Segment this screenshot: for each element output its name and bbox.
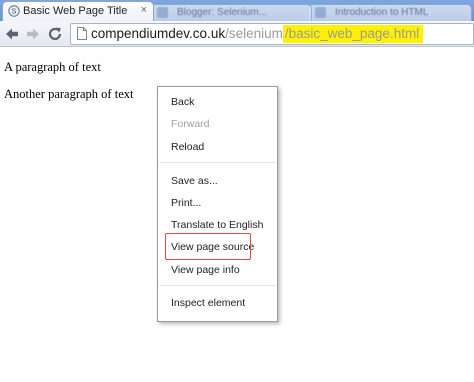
chrome-page-icon: S bbox=[8, 5, 20, 17]
arrow-left-icon[interactable] bbox=[3, 25, 21, 43]
browser-toolbar: compendiumdev.co.uk/selenium/basic_web_p… bbox=[0, 21, 474, 47]
url-highlight: /basic_web_page.html bbox=[282, 25, 424, 43]
address-bar[interactable]: compendiumdev.co.uk/selenium/basic_web_p… bbox=[70, 23, 474, 45]
context-menu: Back Forward Reload Save as... Print... … bbox=[157, 86, 278, 322]
url-domain: compendiumdev.co.uk bbox=[91, 26, 226, 41]
menu-separator bbox=[159, 162, 276, 163]
close-icon[interactable]: × bbox=[141, 4, 147, 16]
menu-item-translate[interactable]: Translate to English bbox=[171, 219, 263, 231]
menu-item-forward: Forward bbox=[171, 118, 210, 130]
menu-item-back[interactable]: Back bbox=[171, 96, 194, 108]
blogger-icon bbox=[157, 7, 168, 18]
tab-introduction-to-html[interactable]: Introduction to HTML bbox=[308, 4, 472, 22]
menu-separator bbox=[159, 285, 276, 286]
menu-item-save-as[interactable]: Save as... bbox=[171, 175, 218, 187]
tab-title: Introduction to HTML bbox=[335, 7, 429, 18]
menu-item-view-page-info[interactable]: View page info bbox=[171, 264, 240, 276]
page-icon bbox=[315, 7, 326, 18]
menu-item-inspect-element[interactable]: Inspect element bbox=[171, 297, 245, 309]
tab-title: Basic Web Page Title bbox=[23, 5, 128, 17]
highlight-box bbox=[165, 233, 251, 260]
tab-basic-web-page[interactable]: S Basic Web Page Title × bbox=[2, 1, 154, 22]
tab-blogger[interactable]: Blogger: Selenium... bbox=[150, 4, 312, 22]
menu-item-reload[interactable]: Reload bbox=[171, 141, 204, 153]
url-path: /selenium bbox=[225, 26, 283, 41]
paragraph-2: Another paragraph of text bbox=[4, 87, 134, 101]
reload-icon[interactable] bbox=[46, 25, 64, 43]
paragraph-1: A paragraph of text bbox=[4, 60, 101, 74]
menu-item-print[interactable]: Print... bbox=[171, 197, 201, 209]
url-text[interactable]: compendiumdev.co.uk/selenium/basic_web_p… bbox=[91, 25, 424, 43]
tab-title: Blogger: Selenium... bbox=[177, 7, 268, 18]
arrow-right-icon[interactable] bbox=[24, 25, 42, 43]
svg-text:S: S bbox=[12, 9, 17, 16]
tab-strip: Introduction to HTML Blogger: Selenium..… bbox=[0, 0, 474, 22]
page-icon bbox=[77, 27, 87, 40]
